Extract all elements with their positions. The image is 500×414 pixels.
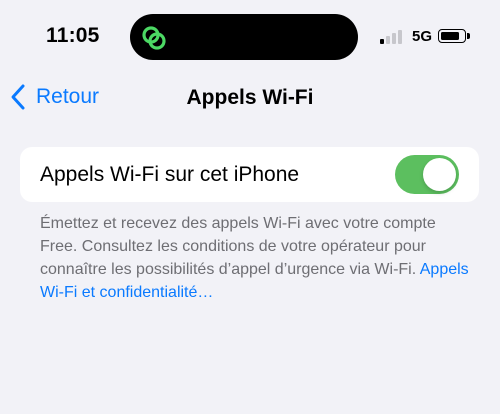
wifi-calling-label: Appels Wi-Fi sur cet iPhone xyxy=(40,163,300,186)
wifi-calling-toggle[interactable] xyxy=(395,155,459,194)
link-rings-icon xyxy=(142,26,166,50)
cellular-signal-icon xyxy=(379,28,404,44)
settings-footer: Émettez et recevez des appels Wi-Fi avec… xyxy=(40,212,470,304)
status-bar: 11:05 5G xyxy=(0,0,500,70)
network-type: 5G xyxy=(411,27,432,45)
status-time: 11:05 xyxy=(46,24,100,47)
navigation-bar: Retour Appels Wi-Fi xyxy=(0,74,500,118)
page-title: Appels Wi-Fi xyxy=(186,86,314,109)
toggle-knob xyxy=(423,158,456,191)
footer-description: Émettez et recevez des appels Wi-Fi avec… xyxy=(40,215,436,278)
dynamic-island xyxy=(130,14,358,60)
battery-icon xyxy=(438,29,470,43)
status-indicators: 5G xyxy=(379,26,470,46)
settings-group: Appels Wi-Fi sur cet iPhone xyxy=(20,147,479,202)
